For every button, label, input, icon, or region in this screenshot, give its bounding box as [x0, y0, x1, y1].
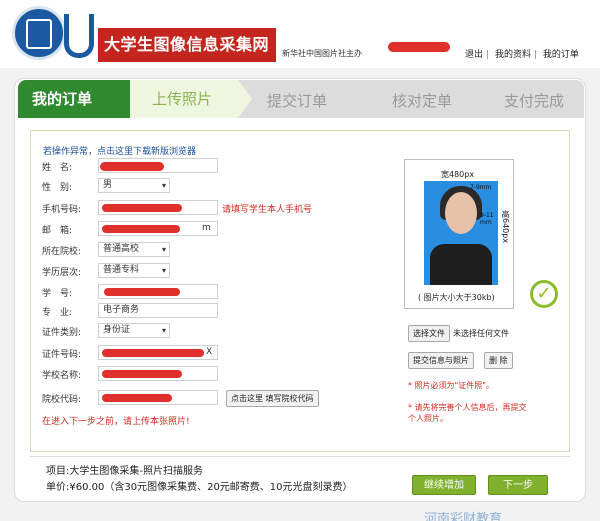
photo-height-label: 高640px: [501, 210, 510, 244]
id-no-label: 证件号码:: [42, 350, 82, 360]
continue-add-button[interactable]: 继续增加: [412, 475, 476, 495]
photo-face: [445, 192, 477, 234]
email-label: 邮 箱:: [42, 226, 73, 236]
photo-note-2: * 请先将完善个人信息后，再提交个人照片。: [408, 403, 527, 423]
gender-select[interactable]: 男: [98, 178, 170, 193]
id-no-row: 证件号码: X: [42, 345, 222, 361]
redaction: [102, 225, 180, 233]
watermark-text: 河南彩财教育: [424, 512, 503, 521]
email-row: 邮 箱: m: [42, 221, 222, 237]
photo-size-note: ( 图片大小大于30kb): [418, 293, 495, 302]
step-my-order[interactable]: 我的订单: [18, 80, 130, 118]
logo-icon: [12, 6, 66, 60]
name-label: 姓 名:: [42, 163, 73, 173]
phone-row: 手机号码: 请填写学生本人手机号: [42, 200, 372, 216]
check-icon: ✓: [530, 280, 558, 308]
upload-warning: 在进入下一步之前，请上传本张照片!: [42, 417, 190, 427]
photo-side-gap: 9-11 mm: [480, 212, 494, 226]
step-pay: 支付完成: [504, 92, 565, 110]
major-row: 专 业: 电子商务: [42, 303, 222, 319]
top-links: 退出 | 我的资料 | 我的订单: [465, 50, 579, 60]
logo-letter-u: [64, 14, 94, 58]
region-select[interactable]: 普通高校: [98, 242, 170, 257]
email-suffix: m: [202, 223, 211, 233]
step-verify: 核对定单: [392, 92, 453, 110]
major-label: 专 业:: [42, 308, 73, 318]
region-row: 所在院校: 普通高校: [42, 242, 222, 258]
student-no-label: 学 号:: [42, 289, 73, 299]
redaction: [102, 370, 182, 378]
redaction: [104, 288, 180, 296]
photo-top-gap: 7-9mm: [470, 184, 492, 191]
choose-file-button[interactable]: 选择文件: [408, 325, 450, 342]
submit-photo-button[interactable]: 提交信息与照片: [408, 352, 474, 369]
level-row: 学历层次: 普通专科: [42, 263, 222, 279]
school-label: 学校名称:: [42, 371, 82, 381]
step-submit: 提交订单: [267, 92, 328, 110]
phone-hint: 请填写学生本人手机号: [222, 205, 313, 215]
site-header: 大学生图像信息采集网 新华社中国图片社主办 退出 | 我的资料 | 我的订单: [0, 0, 600, 68]
name-row: 姓 名:: [42, 158, 222, 174]
price-text: 单价:¥60.00（含30元图像采集费、20元邮寄费、10元光盘刻录费）: [46, 482, 353, 493]
redaction: [102, 204, 182, 212]
project-text: 项目:大学生图像采集-照片扫描服务: [46, 466, 203, 477]
phone-label: 手机号码:: [42, 205, 82, 215]
gender-row: 性 别: 男: [42, 178, 222, 194]
divider: [30, 456, 570, 457]
next-step-button[interactable]: 下一步: [488, 475, 548, 495]
level-select[interactable]: 普通专科: [98, 263, 170, 278]
username-redacted: [388, 42, 450, 52]
id-suffix: X: [206, 347, 213, 357]
photo-body: [430, 244, 492, 285]
redaction: [102, 349, 204, 357]
region-label: 所在院校:: [42, 247, 82, 257]
student-no-row: 学 号:: [42, 284, 222, 300]
no-file-text: 未选择任何文件: [453, 329, 509, 338]
redaction: [102, 394, 172, 402]
gender-label: 性 别:: [42, 183, 73, 193]
step-upload[interactable]: 上传照片: [130, 80, 238, 118]
browser-warning-link[interactable]: 若操作异常，点击这里下载新版浏览器: [43, 144, 196, 157]
school-code-button[interactable]: 点击这里 填写院校代码: [226, 390, 319, 407]
site-title: 大学生图像信息采集网: [98, 28, 276, 62]
id-type-row: 证件类别: 身份证: [42, 323, 222, 339]
school-code-row: 院校代码: 点击这里 填写院校代码: [42, 390, 342, 407]
id-type-label: 证件类别:: [42, 328, 82, 338]
level-label: 学历层次:: [42, 268, 82, 278]
my-profile-link[interactable]: 我的资料: [495, 50, 531, 60]
school-row: 学校名称:: [42, 366, 222, 382]
page-bottom: [0, 502, 600, 521]
my-orders-link[interactable]: 我的订单: [543, 50, 579, 60]
id-type-select[interactable]: 身份证: [98, 323, 170, 338]
photo-width-label: 宽480px: [441, 170, 475, 179]
delete-photo-button[interactable]: 删 除: [484, 352, 513, 369]
sponsor-text: 新华社中国图片社主办: [282, 49, 362, 58]
school-code-label: 院校代码:: [42, 395, 82, 405]
logout-link[interactable]: 退出: [465, 50, 483, 60]
redaction: [100, 162, 164, 171]
major-input[interactable]: 电子商务: [98, 303, 218, 318]
photo-note-1: * 照片必须为"证件照"。: [408, 381, 494, 390]
